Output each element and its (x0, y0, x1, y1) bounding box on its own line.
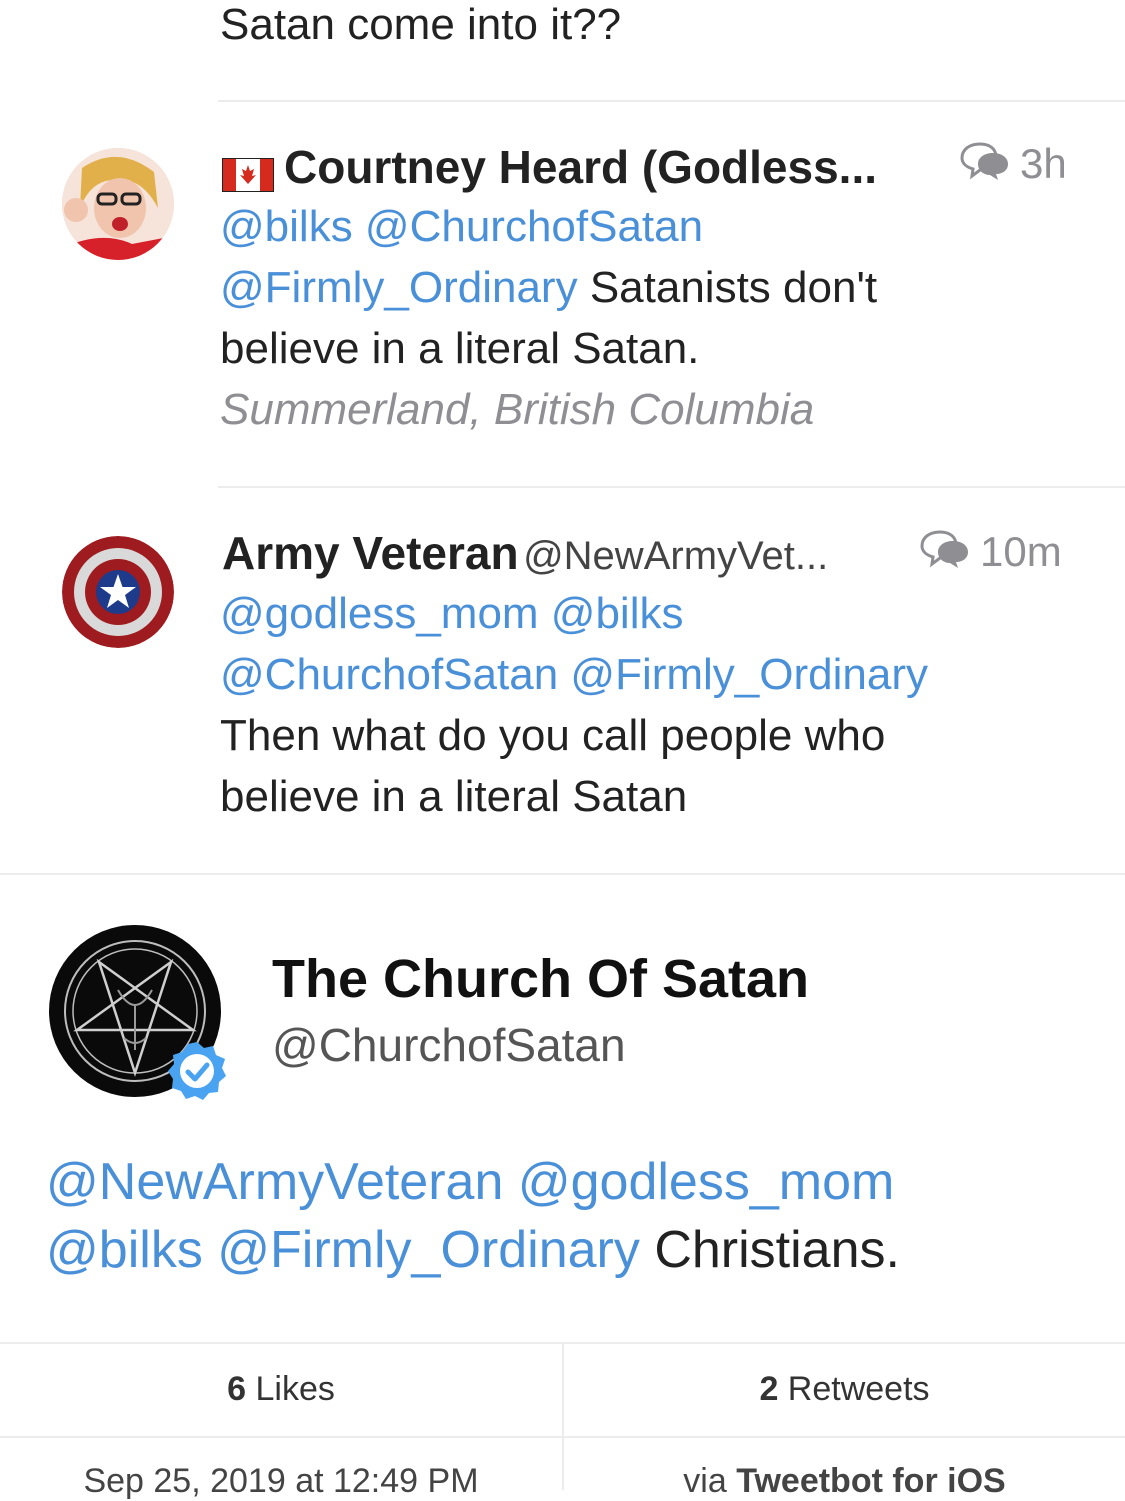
reply2-body-line4: believe in a literal Satan (220, 772, 688, 821)
divider (218, 100, 1125, 102)
tweet-text: Christians. (639, 1221, 900, 1279)
reply1-mentions-line1: @bilks @ChurchofSatan (220, 196, 703, 258)
mention-link[interactable]: @bilks @ChurchofSatan (220, 202, 703, 251)
reply2-time: 10m (980, 528, 1062, 575)
conversation-icon (958, 142, 1010, 192)
conversation-icon (918, 530, 970, 580)
via-label: via (683, 1462, 737, 1500)
likes-label: Likes (246, 1370, 335, 1408)
shield-avatar-image (62, 536, 174, 648)
divider (218, 486, 1125, 488)
mention-link[interactable]: @ChurchofSatan @Firmly_Ordinary (220, 650, 928, 699)
mention-link[interactable]: @Firmly_Ordinary (220, 263, 578, 312)
reply1-time: 3h (1020, 140, 1067, 187)
source-app-link[interactable]: Tweetbot for iOS (736, 1462, 1005, 1500)
mention-link[interactable]: @NewArmyVeteran @godless_mom (46, 1153, 894, 1211)
avatar-image (62, 148, 174, 260)
retweets-count: 2 (759, 1370, 779, 1408)
main-body-line2: @bilks @Firmly_Ordinary Christians. (46, 1216, 900, 1284)
tweet-date: Sep 25, 2019 at 12:49 PM (83, 1462, 479, 1500)
reply2-meta: 10m (918, 528, 1062, 580)
main-author-name[interactable]: The Church Of Satan (272, 948, 809, 1010)
reply2-mentions-line2: @ChurchofSatan @Firmly_Ordinary (220, 644, 928, 706)
reply1-meta: 3h (958, 140, 1067, 192)
reply1-body-line3: believe in a literal Satan. (220, 324, 700, 373)
verified-badge-icon (166, 1040, 228, 1102)
previous-tweet-text: Satan come into it?? (220, 0, 622, 49)
likes-stat[interactable]: 6 Likes (0, 1370, 562, 1409)
tweet-text: Satanists don't (577, 263, 878, 312)
tweet-source[interactable]: via Tweetbot for iOS (564, 1462, 1125, 1501)
avatar-courtney[interactable] (62, 148, 174, 260)
mention-link[interactable]: @godless_mom @bilks (220, 589, 683, 638)
avatar-church-of-satan[interactable] (44, 920, 226, 1102)
divider (0, 873, 1125, 875)
reply2-header: Army Veteran @NewArmyVet... (222, 526, 828, 580)
reply2-body-line3: Then what do you call people who (220, 711, 886, 760)
reply1-location[interactable]: Summerland, British Columbia (220, 379, 814, 441)
main-author-handle[interactable]: @ChurchofSatan (272, 1018, 626, 1072)
reply1-author-name[interactable]: Courtney Heard (Godless... (284, 141, 877, 193)
reply2-author-name[interactable]: Army Veteran (222, 527, 519, 579)
reply2-mentions-line1: @godless_mom @bilks (220, 583, 683, 645)
mention-link[interactable]: @bilks @Firmly_Ordinary (46, 1221, 640, 1279)
reply2-handle[interactable]: @NewArmyVet... (523, 534, 828, 578)
main-body-line1: @NewArmyVeteran @godless_mom (46, 1148, 894, 1216)
reply1-body-line2: @Firmly_Ordinary Satanists don't (220, 257, 877, 319)
canada-flag-icon (221, 156, 275, 193)
retweets-stat[interactable]: 2 Retweets (564, 1370, 1125, 1409)
reply1-header: Courtney Heard (Godless... (221, 140, 952, 196)
likes-count: 6 (227, 1370, 247, 1408)
avatar-army-veteran[interactable] (62, 536, 174, 648)
retweets-label: Retweets (778, 1370, 930, 1408)
